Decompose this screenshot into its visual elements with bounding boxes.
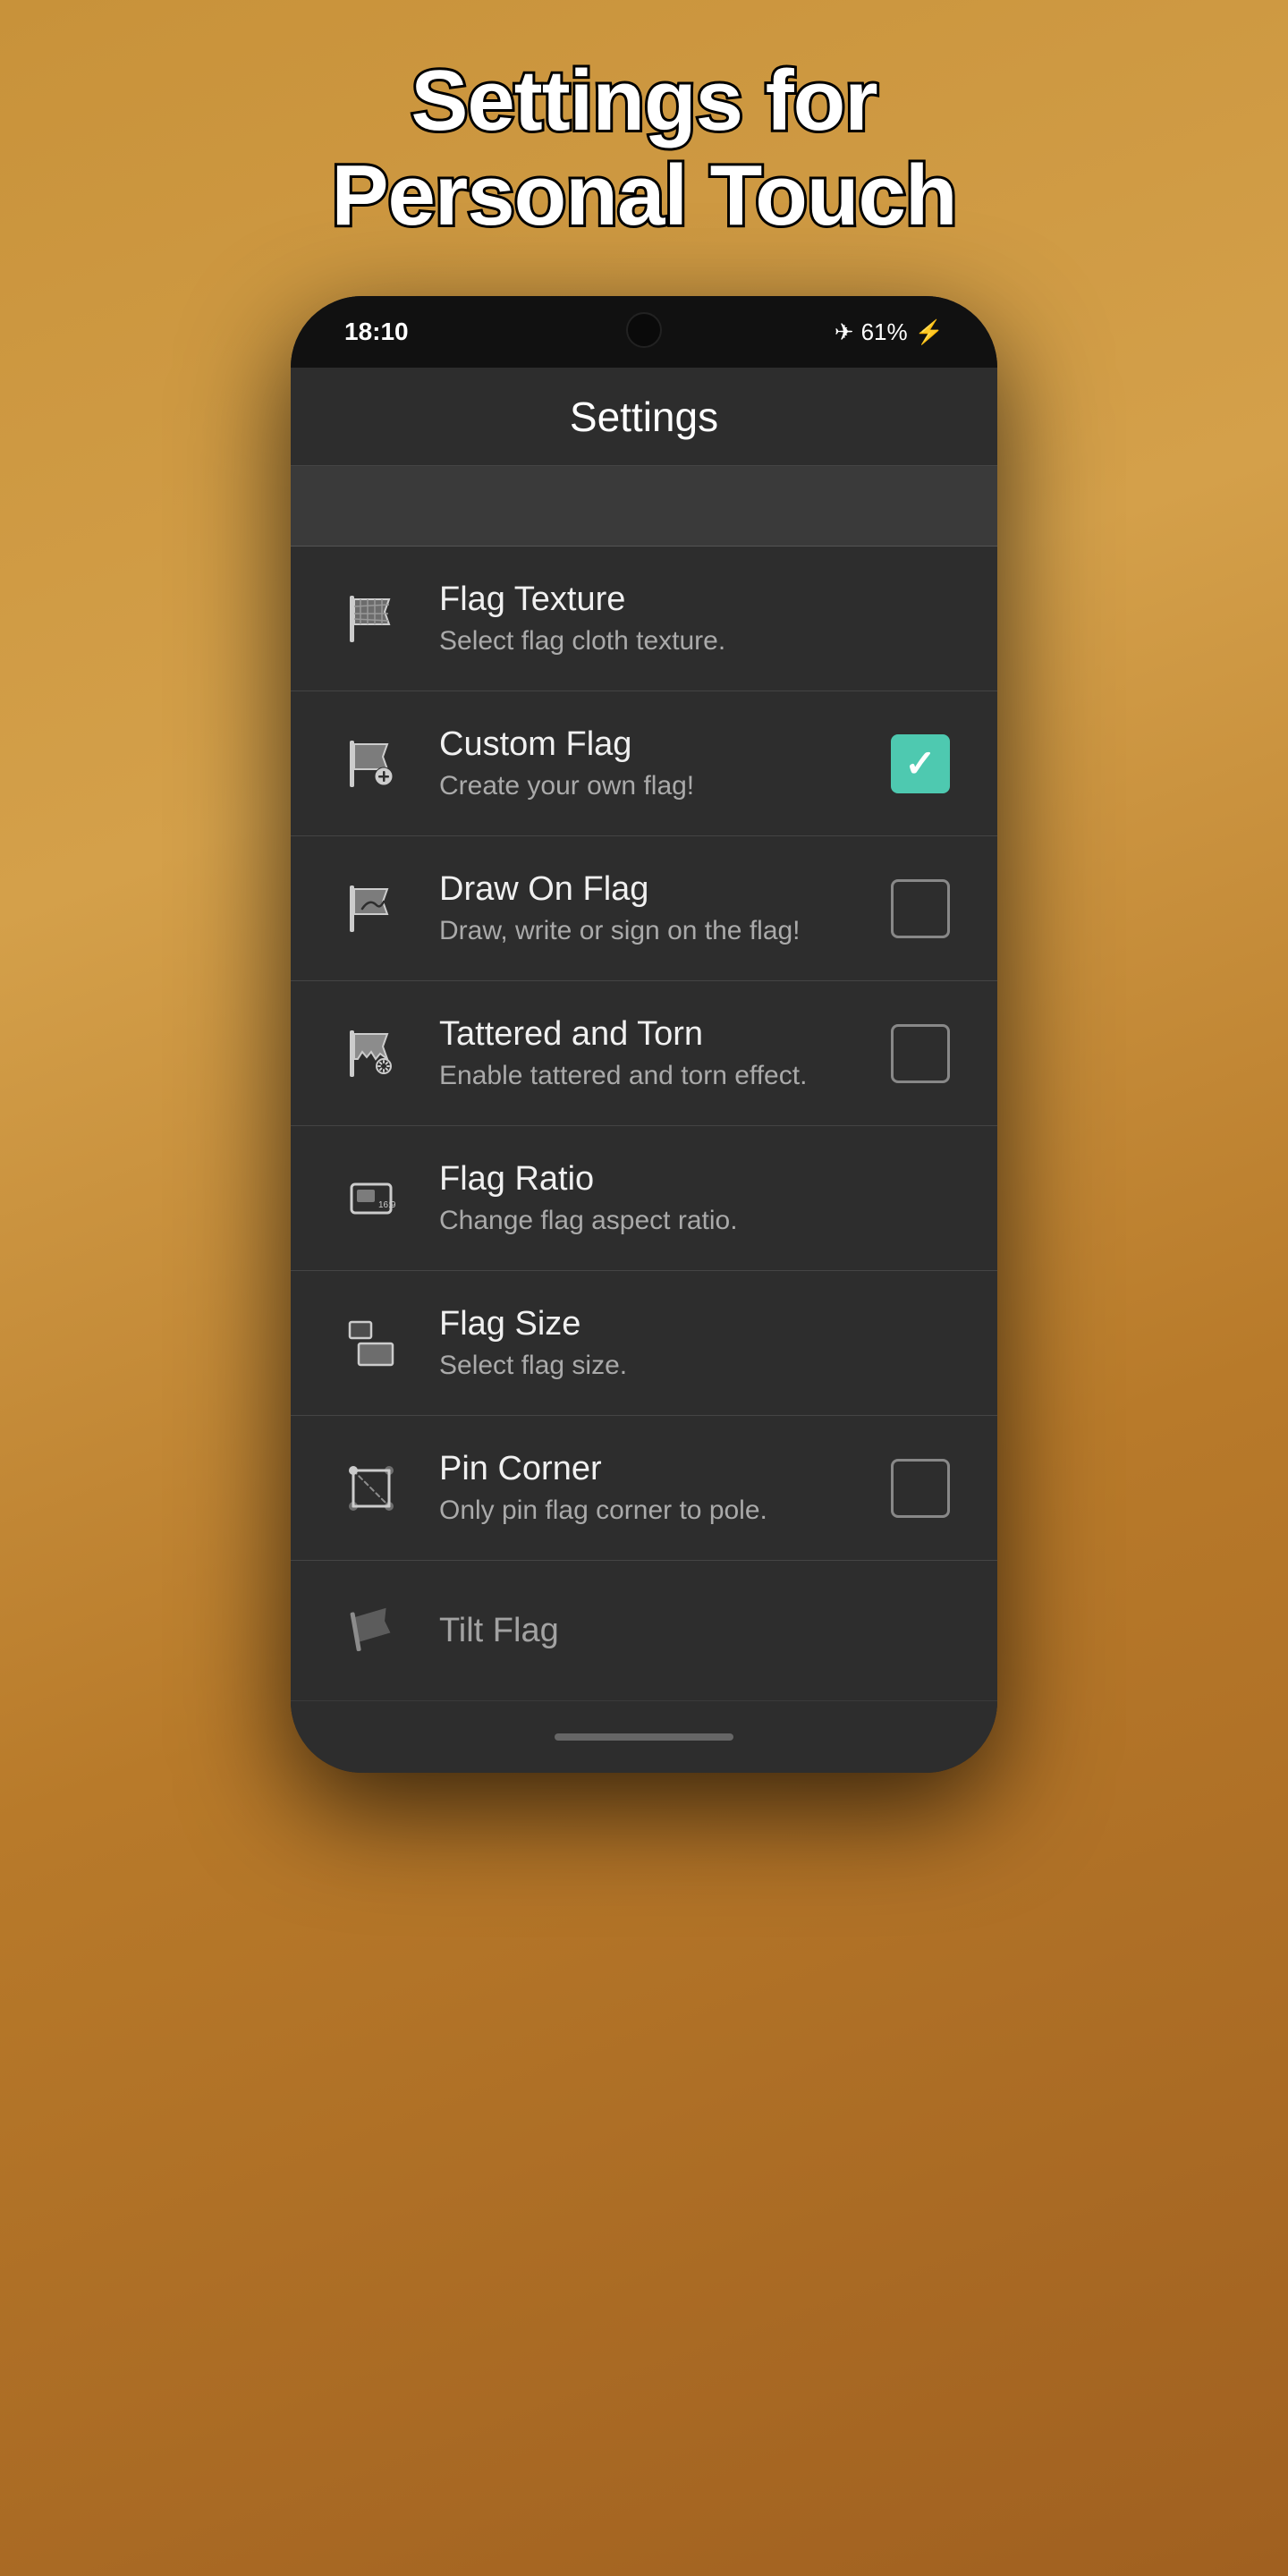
settings-item-flag-size[interactable]: Flag Size Select flag size. (291, 1271, 997, 1416)
draw-flag-subtitle: Draw, write or sign on the flag! (439, 916, 856, 946)
tattered-subtitle: Enable tattered and torn effect. (439, 1061, 856, 1091)
phone-notch (626, 312, 662, 348)
app-bar: Settings (291, 368, 997, 466)
flag-size-title: Flag Size (439, 1305, 953, 1343)
svg-text:16:9: 16:9 (378, 1200, 396, 1210)
pin-corner-text: Pin Corner Only pin flag corner to pole. (439, 1450, 856, 1526)
settings-item-pin-corner[interactable]: Pin Corner Only pin flag corner to pole. (291, 1416, 997, 1561)
flag-ratio-text: Flag Ratio Change flag aspect ratio. (439, 1160, 953, 1236)
status-icons: ✈ 61% ⚡ (835, 318, 944, 346)
flag-texture-text: Flag Texture Select flag cloth texture. (439, 580, 953, 657)
battery-percent: 61% (861, 318, 908, 346)
pin-corner-checkbox[interactable] (888, 1456, 953, 1521)
flag-texture-subtitle: Select flag cloth texture. (439, 626, 953, 657)
pin-corner-icon (335, 1453, 407, 1524)
battery-icon: ⚡ (915, 318, 944, 346)
settings-item-flag-ratio[interactable]: 16:9 Flag Ratio Change flag aspect ratio… (291, 1126, 997, 1271)
checkbox-unchecked-indicator (891, 1459, 950, 1518)
page-title: Settings for Personal Touch (331, 54, 956, 242)
checkbox-unchecked-indicator (891, 879, 950, 938)
draw-flag-text: Draw On Flag Draw, write or sign on the … (439, 870, 856, 946)
home-indicator (555, 1733, 733, 1741)
settings-item-tilt-flag[interactable]: Tilt Flag (291, 1561, 997, 1701)
draw-flag-checkbox[interactable] (888, 877, 953, 941)
settings-item-draw-flag[interactable]: Draw On Flag Draw, write or sign on the … (291, 836, 997, 981)
custom-flag-subtitle: Create your own flag! (439, 771, 856, 801)
tattered-title: Tattered and Torn (439, 1015, 856, 1054)
settings-item-tattered[interactable]: Tattered and Torn Enable tattered and to… (291, 981, 997, 1126)
tattered-flag-icon (335, 1018, 407, 1089)
flag-ratio-icon: 16:9 (335, 1163, 407, 1234)
status-time: 18:10 (344, 318, 409, 346)
phone-frame: 18:10 ✈ 61% ⚡ Settings (291, 296, 997, 1773)
custom-flag-text: Custom Flag Create your own flag! (439, 725, 856, 801)
tattered-checkbox[interactable] (888, 1021, 953, 1086)
phone-bottom (291, 1701, 997, 1773)
status-bar: 18:10 ✈ 61% ⚡ (291, 296, 997, 368)
draw-flag-icon (335, 873, 407, 945)
tattered-text: Tattered and Torn Enable tattered and to… (439, 1015, 856, 1091)
flag-size-subtitle: Select flag size. (439, 1351, 953, 1381)
custom-flag-checkbox[interactable]: ✓ (888, 732, 953, 796)
settings-item-flag-texture[interactable]: Flag Texture Select flag cloth texture. (291, 547, 997, 691)
airplane-icon: ✈ (835, 318, 854, 346)
checkbox-unchecked-indicator (891, 1024, 950, 1083)
flag-ratio-title: Flag Ratio (439, 1160, 953, 1199)
pin-corner-title: Pin Corner (439, 1450, 856, 1488)
flag-size-text: Flag Size Select flag size. (439, 1305, 953, 1381)
pin-corner-subtitle: Only pin flag corner to pole. (439, 1496, 856, 1526)
custom-flag-icon (335, 728, 407, 800)
checkbox-checked-indicator: ✓ (891, 734, 950, 793)
tilt-flag-icon (335, 1595, 407, 1666)
tilt-flag-title: Tilt Flag (439, 1612, 953, 1650)
settings-list: Flag Texture Select flag cloth texture. … (291, 547, 997, 1701)
tilt-flag-text: Tilt Flag (439, 1612, 953, 1650)
draw-flag-title: Draw On Flag (439, 870, 856, 909)
settings-item-custom-flag[interactable]: Custom Flag Create your own flag! ✓ (291, 691, 997, 836)
flag-texture-icon (335, 583, 407, 655)
flag-size-icon (335, 1308, 407, 1379)
checkmark-icon: ✓ (904, 745, 936, 783)
app-bar-title: Settings (570, 393, 718, 441)
flag-ratio-subtitle: Change flag aspect ratio. (439, 1206, 953, 1236)
section-spacer (291, 466, 997, 547)
custom-flag-title: Custom Flag (439, 725, 856, 764)
flag-texture-title: Flag Texture (439, 580, 953, 619)
